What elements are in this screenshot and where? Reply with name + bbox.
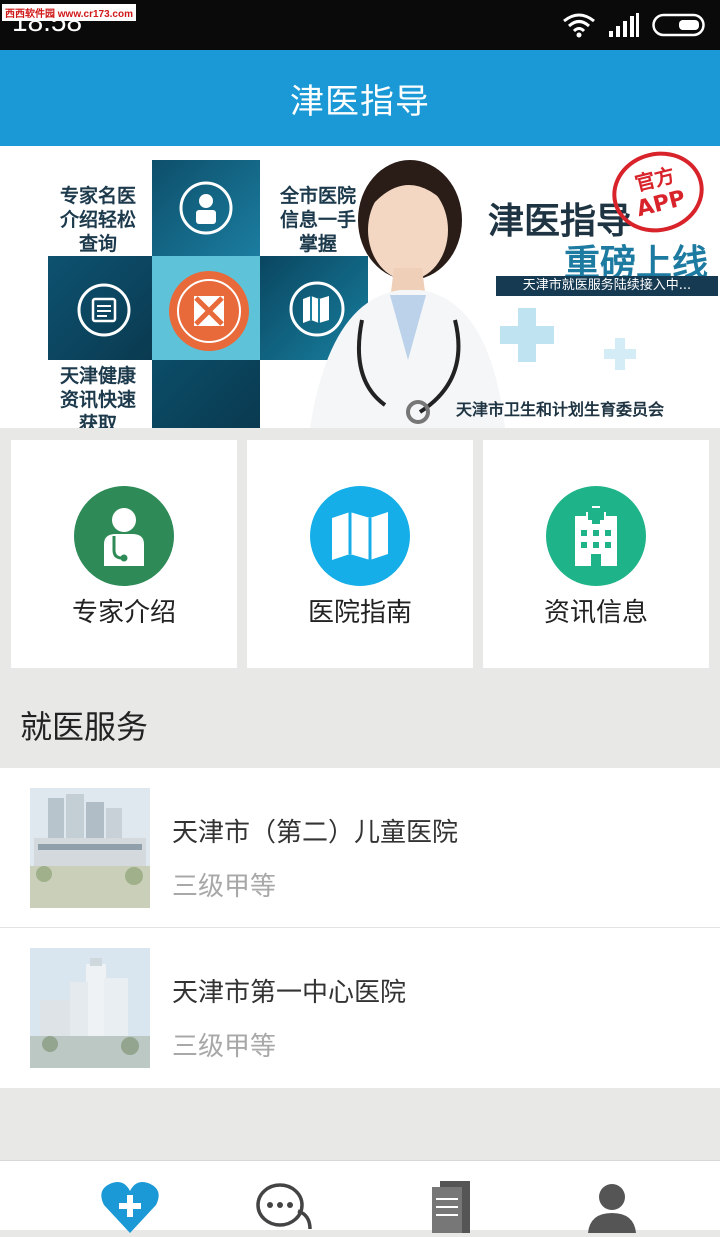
card-news-label: 资讯信息 — [543, 598, 648, 628]
promo-banner[interactable]: 专家名医 介绍轻松 查询 全市医院 信息一手 掌握 天津健康 资讯快速 获取 津… — [0, 146, 720, 428]
list-item[interactable]: 天津市第一中心医院 三级甲等 — [0, 928, 720, 1088]
hospital-grade: 三级甲等 — [172, 1032, 277, 1062]
page-title: 津医指导 — [290, 81, 430, 122]
hospital-building-icon — [546, 486, 646, 586]
logo-seal-icon — [169, 271, 249, 351]
cross-decor-small-icon — [604, 338, 636, 370]
doctor-photo — [310, 160, 505, 428]
user-icon — [588, 1184, 636, 1233]
hospital-name: 天津市（第二）儿童医院 — [172, 818, 459, 848]
chat-bubble-icon — [256, 1183, 312, 1230]
banner-ribbon: 天津市就医服务陆续接入中... — [496, 276, 718, 296]
document-badge-icon — [77, 283, 131, 337]
banner-text-experts: 专家名医 介绍轻松 查询 — [59, 185, 136, 255]
doctor-icon — [74, 486, 174, 586]
hospital-list: 天津市（第二）儿童医院 三级甲等 天津市第一中心医院 三级甲等 — [0, 768, 720, 1088]
empty-area — [0, 1089, 720, 1161]
signal-icon — [609, 13, 639, 37]
services-section-header: 就医服务 — [0, 680, 720, 768]
list-item[interactable]: 天津市（第二）儿童医院 三级甲等 — [0, 768, 720, 928]
card-news[interactable]: 资讯信息 — [483, 440, 709, 668]
tab-consult[interactable] — [252, 1181, 316, 1237]
map-icon — [310, 486, 410, 586]
doctor-badge-icon — [179, 181, 233, 235]
cross-decor-icon — [500, 308, 554, 362]
hospital-photo — [30, 948, 150, 1068]
quick-access-grid: 专家介绍 医院指南 资讯信息 — [0, 428, 720, 680]
status-bar: 18:58 西西软件园 www.cr173.com — [0, 0, 720, 50]
tab-documents[interactable] — [418, 1181, 482, 1237]
bottom-tab-bar — [0, 1160, 720, 1233]
card-experts[interactable]: 专家介绍 — [11, 440, 237, 668]
tab-profile[interactable] — [580, 1181, 644, 1237]
card-hospital-guide-label: 医院指南 — [307, 598, 412, 628]
card-experts-label: 专家介绍 — [71, 598, 176, 628]
hospital-grade: 三级甲等 — [172, 872, 277, 902]
banner-footer-org: 天津市卫生和计划生育委员会 — [456, 400, 665, 419]
documents-icon — [432, 1181, 470, 1233]
tab-home[interactable] — [98, 1181, 162, 1237]
section-title: 就医服务 — [20, 708, 149, 746]
banner-text-news: 天津健康 资讯快速 获取 — [59, 365, 136, 428]
app-header: 津医指导 — [0, 50, 720, 146]
medical-cross-heart-icon — [101, 1182, 159, 1233]
watermark-label: 西西软件园 www.cr173.com — [2, 4, 136, 21]
hospital-photo — [30, 788, 150, 908]
hospital-name: 天津市第一中心医院 — [172, 978, 407, 1008]
battery-icon — [652, 13, 705, 37]
wifi-icon — [563, 13, 595, 38]
card-hospital-guide[interactable]: 医院指南 — [247, 440, 473, 668]
